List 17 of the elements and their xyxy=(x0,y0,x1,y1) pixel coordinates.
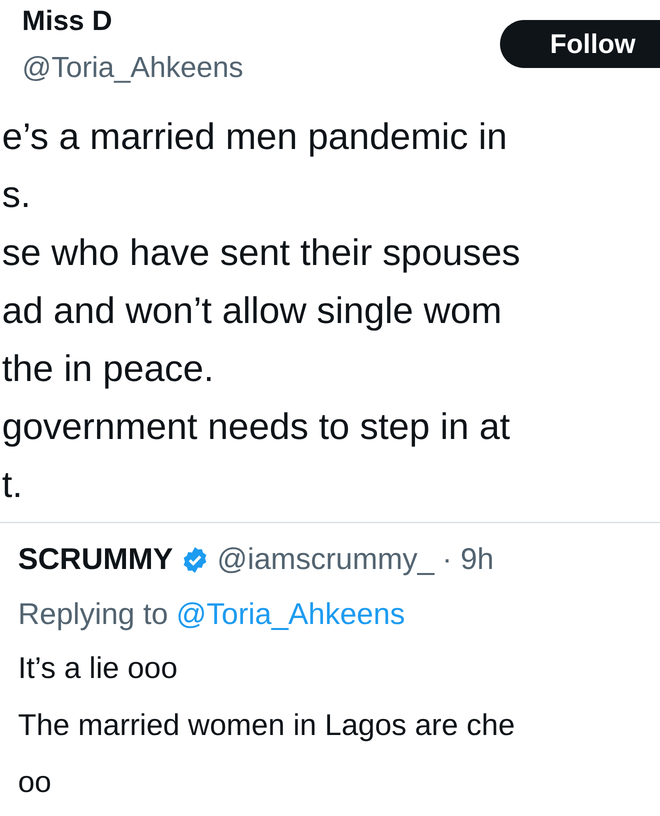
tweet-text-line: e’s a married men pandemic in xyxy=(2,115,508,159)
author-handle: @Toria_Ahkeens xyxy=(22,51,244,86)
reply-time: · 9h xyxy=(442,542,494,578)
replying-label: Replying to xyxy=(18,597,168,633)
reply-text-line: The married women in Lagos are che xyxy=(18,708,516,744)
tweet-text-line: s. xyxy=(2,173,32,217)
tweet-text-line: government needs to step in at xyxy=(2,405,512,449)
reply-author-handle: @iamscrummy_ xyxy=(217,542,434,578)
tweet-text-line: se who have sent their spouses xyxy=(2,231,522,275)
author-name: Miss D xyxy=(22,4,114,38)
reply-author-name: SCRUMMY xyxy=(18,542,173,578)
reply-text-line: It’s a lie ooo xyxy=(18,651,179,687)
tweet-text-line: t. xyxy=(2,463,24,507)
follow-button[interactable]: Follow xyxy=(500,20,660,68)
tweet-text-line: the in peace. xyxy=(2,347,215,391)
tweet-text-line: ad and won’t allow single wom xyxy=(2,289,503,333)
reply-text-line: oo xyxy=(18,765,52,801)
